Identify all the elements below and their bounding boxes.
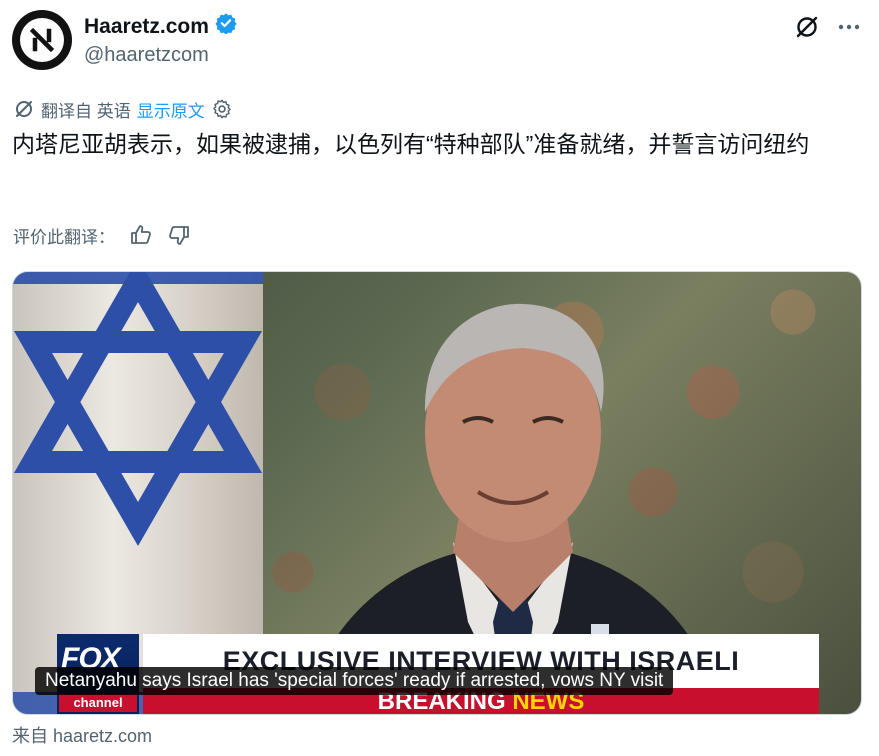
media-caption: Netanyahu says Israel has 'special force… [35, 667, 674, 695]
display-name-text[interactable]: Haaretz.com [84, 14, 209, 40]
handle[interactable]: @haaretzcom [84, 43, 209, 67]
translated-from-label: 翻译自 英语 [41, 101, 131, 121]
tweet-text: 内塔尼亚胡表示，如果被逮捕，以色列有“特种部队”准备就绪，并誓言访问纽约 [12, 131, 810, 157]
video-media[interactable]: FOX channel EXCLUSIVE INTERVIEW WITH ISR… [12, 271, 862, 715]
show-original-link[interactable]: 显示原文 [137, 97, 205, 122]
verified-badge-icon [215, 12, 237, 41]
translation-settings-button[interactable] [211, 98, 233, 120]
grok-icon [796, 16, 818, 38]
haaretz-logo-icon [20, 18, 64, 62]
more-options-button[interactable] [832, 10, 866, 44]
fox-channel-label: channel [59, 694, 137, 712]
thumbs-down-icon [169, 226, 189, 245]
settings-icon [212, 99, 231, 119]
rate-translation-label: 评价此翻译： [13, 227, 115, 247]
source-link[interactable]: 来自 haaretz.com [12, 722, 152, 748]
rate-translation-row: 评价此翻译： [13, 221, 191, 249]
grok-button[interactable] [790, 10, 824, 44]
thumbs-up-button[interactable] [129, 223, 153, 247]
more-icon [838, 24, 860, 30]
avatar[interactable] [12, 10, 72, 70]
translation-bar: 翻译自 英语 显示原文 [13, 96, 233, 122]
display-name[interactable]: Haaretz.com [84, 12, 237, 41]
translate-icon [16, 101, 32, 117]
thumbs-up-icon [131, 225, 151, 244]
thumbs-down-button[interactable] [167, 223, 191, 247]
